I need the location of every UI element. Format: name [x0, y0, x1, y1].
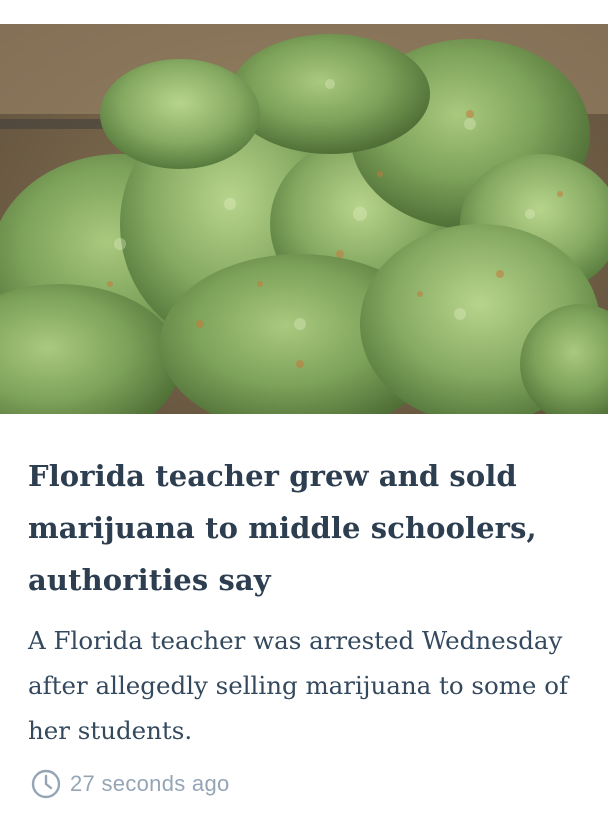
article-meta: 27 seconds ago [30, 766, 230, 802]
article-headline[interactable]: Florida teacher grew and sold marijuana … [28, 450, 588, 606]
marijuana-buds-photo [0, 24, 608, 414]
clock-icon [30, 768, 62, 800]
article-image[interactable] [0, 24, 608, 414]
article-summary: A Florida teacher was arrested Wednesday… [28, 626, 569, 745]
article-card[interactable]: Florida teacher grew and sold marijuana … [0, 0, 608, 826]
article-timestamp: 27 seconds ago [70, 771, 230, 796]
